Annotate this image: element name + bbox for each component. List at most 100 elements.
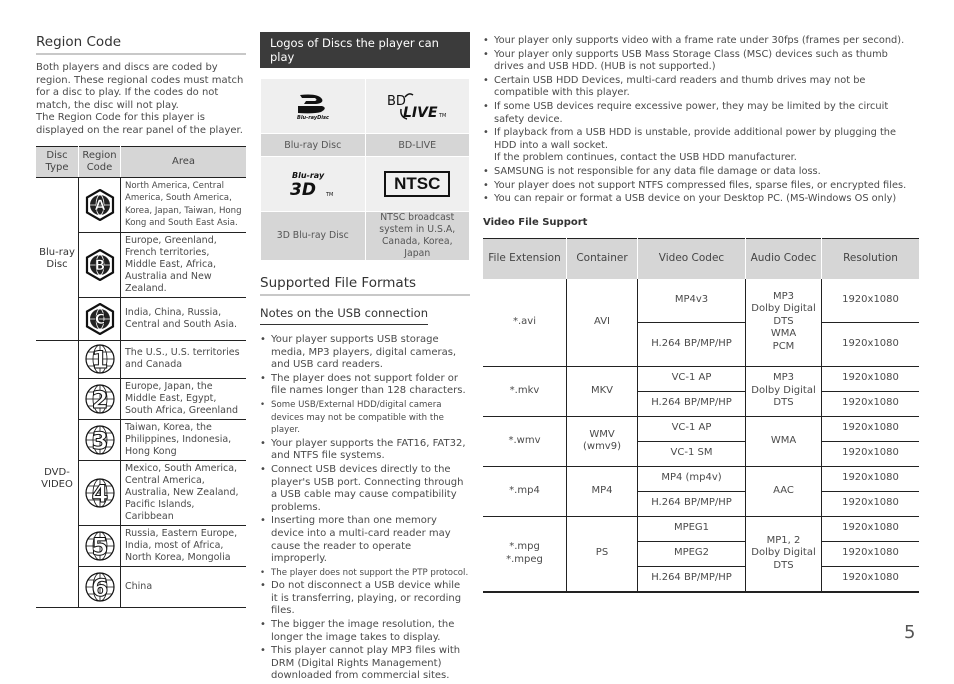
- region-3-globe-icon: 3: [78, 419, 121, 461]
- resolution-cell: 1920x1080: [821, 541, 919, 567]
- header-file-extension: File Extension: [483, 238, 567, 279]
- svg-text:6: 6: [91, 574, 108, 602]
- file-extension-cell: *.avi: [483, 278, 567, 367]
- svg-text:4: 4: [91, 480, 108, 508]
- usb-note-item: Your player supports USB storage media, …: [260, 334, 470, 372]
- svg-text:C: C: [94, 312, 104, 328]
- svg-text:Blu-rayDisc: Blu-rayDisc: [297, 115, 329, 121]
- disc-type-cell: Blu-ray Disc: [36, 177, 79, 341]
- resolution-cell: 1920x1080: [821, 441, 919, 467]
- usb-note-item: Inserting more than one memory device in…: [260, 515, 470, 565]
- svg-text:TM: TM: [438, 113, 446, 119]
- usb-note-item: Some USB/External HDD/digital camera dev…: [260, 399, 470, 437]
- header-video-codec: Video Codec: [637, 238, 746, 279]
- region-code-table: Disc Type Region Code Area Blu-ray Disc …: [36, 145, 246, 608]
- logo-caption: 3D Blu-ray Disc: [260, 211, 366, 261]
- region-row: Blu-ray Disc A North America, Central Am…: [36, 177, 246, 341]
- resolution-cell: 1920x1080: [821, 391, 919, 417]
- usb-note-item: Do not disconnect a USB device while it …: [260, 580, 470, 618]
- svg-text:2: 2: [91, 386, 108, 414]
- region-6-globe-icon: 6: [78, 566, 121, 608]
- usb-note-item: You can repair or format a USB device on…: [483, 193, 919, 206]
- resolution-cell: 1920x1080: [821, 516, 919, 542]
- header-container: Container: [566, 238, 638, 279]
- area-cell: The U.S., U.S. territories and Canada: [120, 340, 246, 379]
- usb-note-item: SAMSUNG is not responsible for any data …: [483, 166, 919, 179]
- supported-formats-title: Supported File Formats: [260, 275, 470, 296]
- svg-text:1: 1: [91, 346, 108, 374]
- resolution-cell: 1920x1080: [821, 466, 919, 492]
- usb-note-item: If some USB devices require excessive po…: [483, 101, 919, 126]
- container-cell: AVI: [566, 278, 638, 367]
- region-a-hexagon-icon: A: [78, 177, 121, 233]
- svg-text:Blu-ray: Blu-ray: [292, 171, 325, 180]
- resolution-cell: 1920x1080: [821, 416, 919, 442]
- audio-codec-cell: MP1, 2 Dolby Digital DTS: [745, 516, 822, 593]
- header-area: Area: [120, 146, 246, 178]
- video-file-support-title: Video File Support: [483, 216, 588, 228]
- svg-text:3D: 3D: [290, 180, 316, 200]
- bd-live-logo-icon: BD LIVE TM: [364, 78, 470, 134]
- region-row: DVD-VIDEO 1 The U.S., U.S. territories a…: [36, 340, 246, 608]
- usb-notes-continued-list: Your player only supports video with a f…: [483, 35, 919, 206]
- usb-notes-title: Notes on the USB connection: [260, 306, 429, 325]
- video-codec-cell: MPEG2: [637, 541, 746, 567]
- file-extension-cell: *.mpg *.mpeg: [483, 516, 567, 593]
- video-format-row: *.avi AVI MP4v3 MP3 Dolby Digital DTS WMA P…: [483, 278, 919, 367]
- svg-text:LIVE: LIVE: [403, 105, 438, 121]
- video-codec-cell: VC-1 SM: [637, 441, 746, 467]
- usb-note-item: The bigger the image resolution, the lon…: [260, 619, 470, 644]
- disc-type-cell: DVD-VIDEO: [36, 340, 79, 608]
- resolution-cell: 1920x1080: [821, 278, 919, 323]
- usb-note-item: Your player only supports video with a f…: [483, 35, 919, 48]
- area-cell: Europe, Japan, the Middle East, Egypt, S…: [120, 378, 246, 420]
- usb-note-item: The player does not support folder or fi…: [260, 373, 470, 398]
- svg-text:5: 5: [91, 533, 108, 561]
- resolution-cell: 1920x1080: [821, 566, 919, 593]
- header-audio-codec: Audio Codec: [745, 238, 822, 279]
- video-file-support-table: File Extension Container Video Codec Aud…: [483, 237, 919, 593]
- file-extension-cell: *.mkv: [483, 366, 567, 417]
- usb-note-item: The player does not support the PTP prot…: [260, 567, 470, 580]
- region-5-globe-icon: 5: [78, 525, 121, 567]
- video-codec-cell: MP4 (mp4v): [637, 466, 746, 492]
- usb-note-item: Your player supports the FAT16, FAT32, a…: [260, 438, 470, 463]
- header-region-code: Region Code: [78, 146, 121, 178]
- area-cell: Russia, Eastern Europe, India, most of A…: [120, 525, 246, 567]
- logos-and-formats-section: Logos of Discs the player can play Blu-r…: [260, 0, 470, 684]
- region-c-hexagon-icon: C: [78, 297, 121, 341]
- video-codec-cell: VC-1 AP: [637, 366, 746, 392]
- video-format-row: *.mpg *.mpeg PS MPEG1 MP1, 2 Dolby Digital …: [483, 516, 919, 593]
- ntsc-logo-text: NTSC: [384, 171, 451, 197]
- video-codec-cell: MP4v3: [637, 278, 746, 323]
- usb-note-item: Your player does not support NTFS compre…: [483, 180, 919, 193]
- svg-text:B: B: [94, 258, 105, 274]
- page-number: 5: [904, 622, 916, 643]
- video-format-row: *.mp4 MP4 MP4 (mp4v) AAC 1920x1080: [483, 466, 919, 517]
- bluray-disc-logo-icon: Blu-rayDisc: [260, 78, 366, 134]
- logo-caption: BD-LIVE: [364, 133, 470, 157]
- header-disc-type: Disc Type: [36, 146, 79, 178]
- area-cell: North America, Central America, South Am…: [120, 177, 246, 233]
- region-1-globe-icon: 1: [78, 340, 121, 379]
- area-cell: China: [120, 566, 246, 608]
- header-resolution: Resolution: [821, 238, 919, 279]
- logos-table: Blu-rayDisc BD LIVE TM Blu-ray Disc BD-L…: [260, 78, 470, 261]
- area-cell: Mexico, South America, Central America, …: [120, 460, 246, 526]
- container-cell: PS: [566, 516, 638, 593]
- video-codec-cell: H.264 BP/MP/HP: [637, 391, 746, 417]
- area-cell: Taiwan, Korea, the Philippines, Indonesi…: [120, 419, 246, 461]
- region-code-section: Region Code Both players and discs are c…: [36, 0, 246, 608]
- container-cell: MP4: [566, 466, 638, 517]
- resolution-cell: 1920x1080: [821, 322, 919, 367]
- video-codec-cell: H.264 BP/MP/HP: [637, 491, 746, 517]
- ntsc-logo-icon: NTSC: [364, 156, 470, 212]
- video-codec-cell: MPEG1: [637, 516, 746, 542]
- file-extension-cell: *.wmv: [483, 416, 567, 467]
- svg-text:TM: TM: [325, 192, 333, 198]
- file-extension-cell: *.mp4: [483, 466, 567, 517]
- svg-text:3: 3: [91, 427, 108, 455]
- usb-note-item: Connect USB devices directly to the play…: [260, 464, 470, 514]
- audio-codec-cell: AAC: [745, 466, 822, 517]
- usb-note-item: Certain USB HDD Devices, multi-card read…: [483, 75, 919, 100]
